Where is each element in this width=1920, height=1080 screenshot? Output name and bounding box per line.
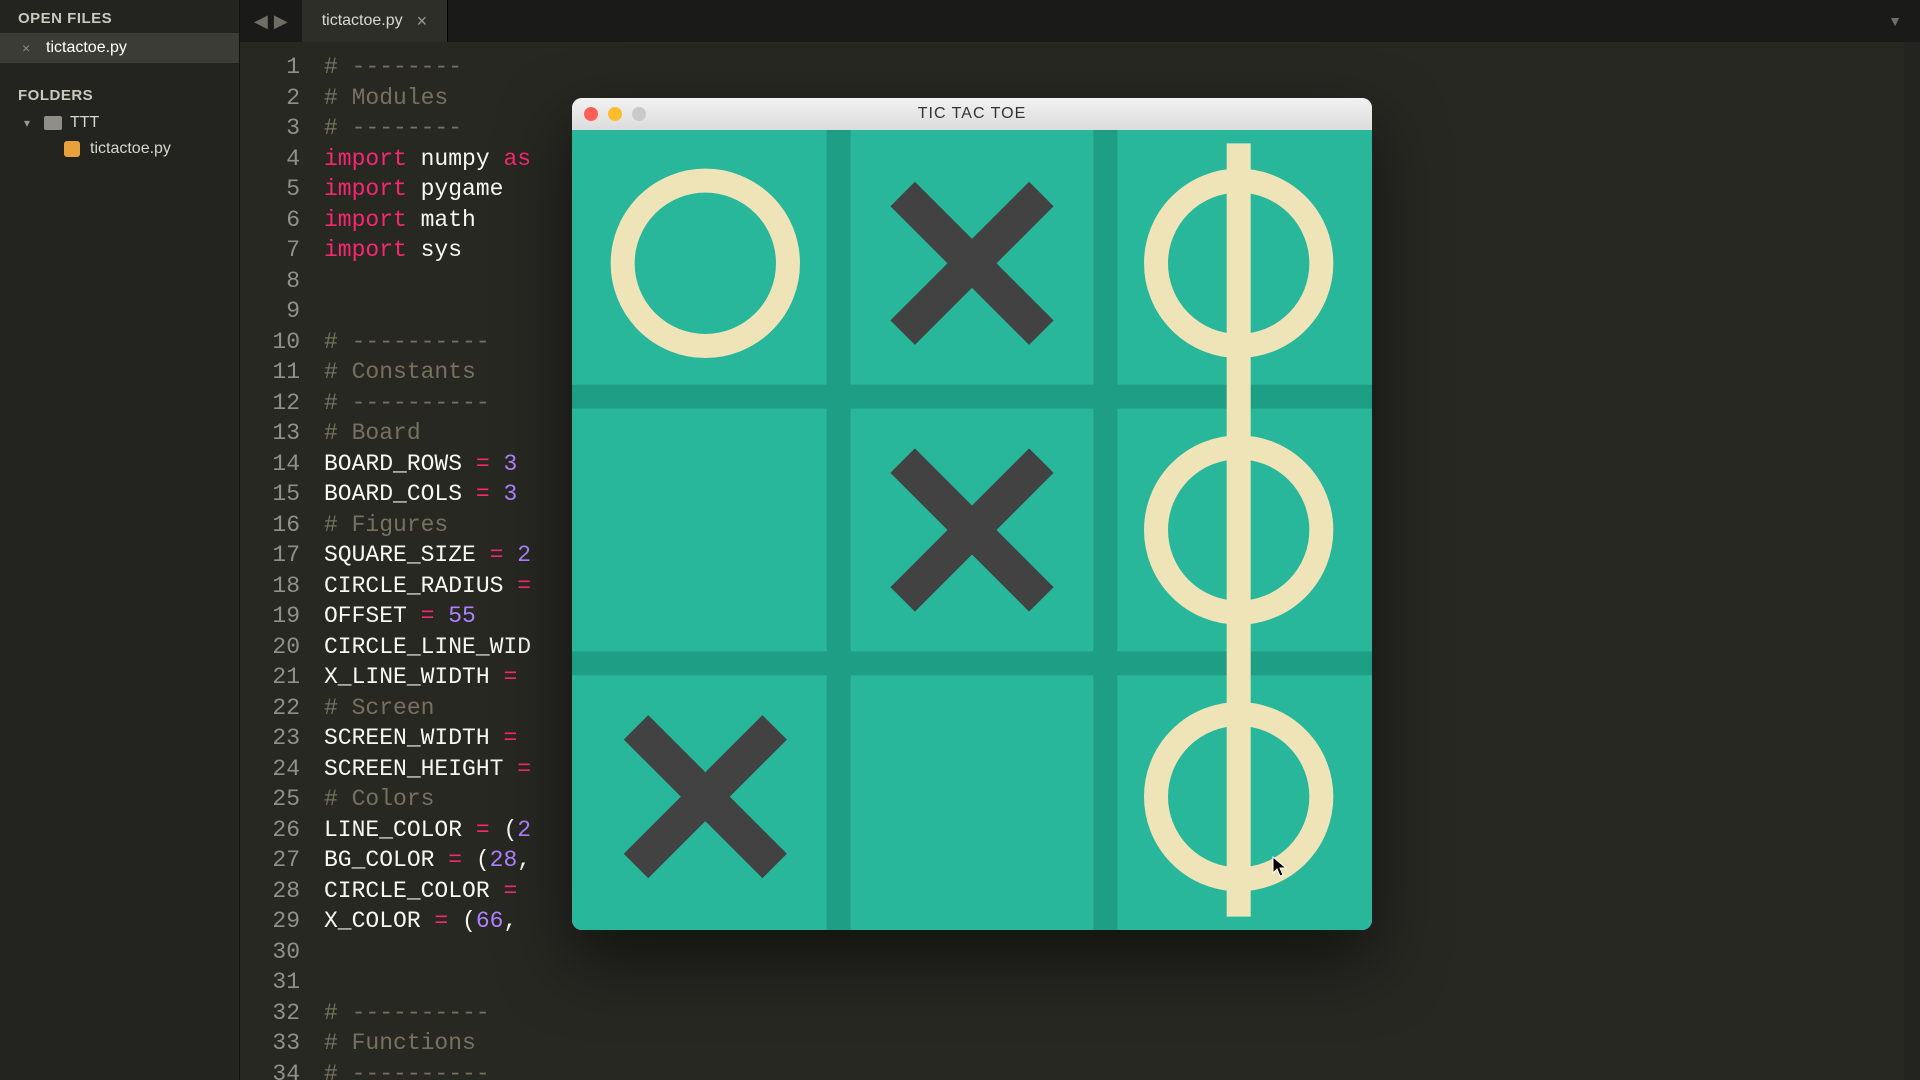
board-cell[interactable] [839,663,1106,930]
tab-nav-next-icon[interactable]: ▶ [274,11,288,32]
line-number: 30 [240,937,300,968]
window-zoom-icon[interactable] [632,107,646,121]
line-number: 5 [240,174,300,205]
line-number: 12 [240,388,300,419]
line-number: 11 [240,357,300,388]
line-number: 19 [240,601,300,632]
line-number: 17 [240,540,300,571]
folder-label: TTT [70,114,99,132]
window-close-icon[interactable] [584,107,598,121]
line-number: 7 [240,235,300,266]
line-number: 28 [240,876,300,907]
code-line[interactable]: # ---------- [324,1059,1904,1080]
board-cell[interactable] [572,663,839,930]
line-number: 1 [240,52,300,83]
line-number: 8 [240,266,300,297]
board-cell[interactable] [839,130,1106,397]
line-number: 13 [240,418,300,449]
line-number: 34 [240,1059,300,1080]
line-number: 14 [240,449,300,480]
tab-tictactoe[interactable]: tictactoe.py × [302,0,448,42]
line-number: 20 [240,632,300,663]
line-number: 24 [240,754,300,785]
line-number: 32 [240,998,300,1029]
gutter: 1234567891011121314151617181920212223242… [240,42,314,1080]
open-files-header: OPEN FILES [0,0,239,33]
tab-nav-arrows: ◀ ▶ [240,0,302,42]
line-number: 18 [240,571,300,602]
folders-header: FOLDERS [0,77,239,110]
board-cell[interactable] [572,397,839,664]
code-line[interactable]: # -------- [324,52,1904,83]
line-number: 21 [240,662,300,693]
python-file-icon [64,141,80,157]
line-number: 26 [240,815,300,846]
line-number: 16 [240,510,300,541]
board-cell[interactable] [839,397,1106,664]
line-number: 31 [240,967,300,998]
open-file-close-icon[interactable]: × [22,40,36,56]
line-number: 2 [240,83,300,114]
code-line[interactable] [324,967,1904,998]
line-number: 15 [240,479,300,510]
code-line[interactable] [324,937,1904,968]
tab-overflow-menu-icon[interactable]: ▼ [1870,0,1920,42]
game-window-title: TIC TAC TOE [572,105,1372,123]
window-minimize-icon[interactable] [608,107,622,121]
folder-disclosure-icon[interactable]: ▾ [24,116,36,130]
line-number: 23 [240,723,300,754]
game-window: TIC TAC TOE [572,98,1372,930]
tab-bar: ◀ ▶ tictactoe.py × ▼ [240,0,1920,42]
line-number: 9 [240,296,300,327]
game-board[interactable] [572,130,1372,930]
open-file-label: tictactoe.py [46,39,127,57]
line-number: 27 [240,845,300,876]
line-number: 4 [240,144,300,175]
sidebar: OPEN FILES × tictactoe.py FOLDERS ▾ TTT … [0,0,240,1080]
tab-label: tictactoe.py [322,12,403,30]
line-number: 6 [240,205,300,236]
folder-file-tictactoe[interactable]: tictactoe.py [0,136,239,162]
line-number: 3 [240,113,300,144]
tab-close-icon[interactable]: × [417,11,428,32]
code-line[interactable]: # Functions [324,1028,1904,1059]
line-number: 22 [240,693,300,724]
traffic-lights [584,107,646,121]
line-number: 33 [240,1028,300,1059]
board-cell[interactable] [572,130,839,397]
tab-nav-prev-icon[interactable]: ◀ [254,11,268,32]
folder-icon [44,116,62,130]
folder-file-label: tictactoe.py [90,140,171,158]
line-number: 25 [240,784,300,815]
code-line[interactable]: # ---------- [324,998,1904,1029]
folder-ttt[interactable]: ▾ TTT [0,110,239,136]
minimap[interactable] [1904,42,1920,1080]
line-number: 29 [240,906,300,937]
game-board-svg[interactable] [572,130,1372,930]
open-file-tictactoe[interactable]: × tictactoe.py [0,33,239,63]
game-window-titlebar[interactable]: TIC TAC TOE [572,98,1372,130]
line-number: 10 [240,327,300,358]
